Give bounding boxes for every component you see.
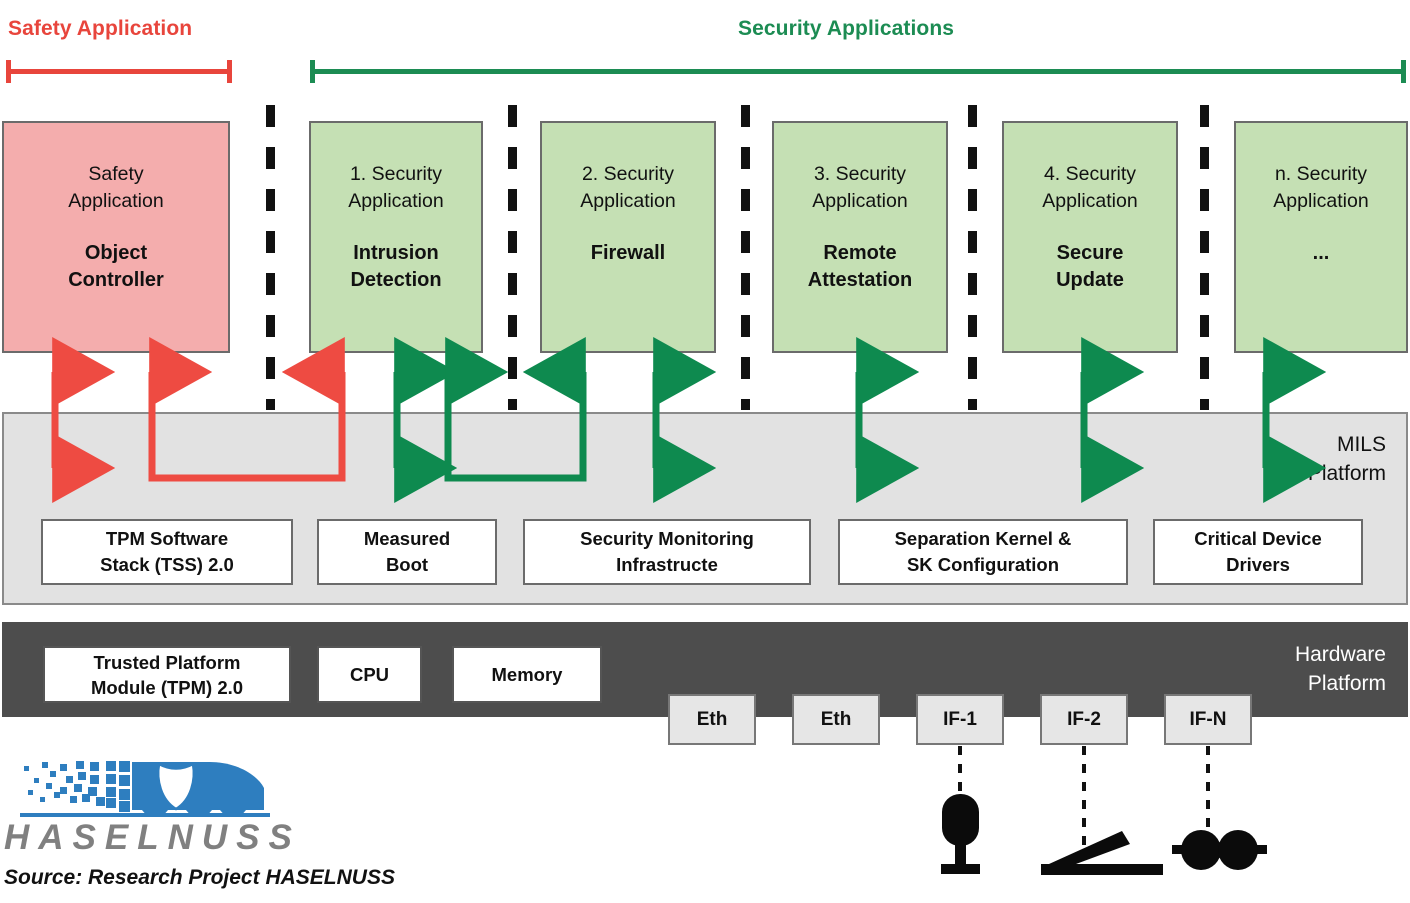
point-machine-icon xyxy=(1041,831,1163,875)
app-box-name: Object Controller xyxy=(68,242,164,291)
app-box-name: Intrusion Detection xyxy=(350,242,442,291)
app-box-firewall[interactable]: 2. Security Application Firewall xyxy=(540,121,716,353)
app-box-n-security-application[interactable]: n. Security Application ... xyxy=(1234,121,1408,353)
span-cap-right xyxy=(227,60,232,83)
interface-box-eth-1[interactable]: Eth xyxy=(668,694,756,745)
security-group-span-bar xyxy=(310,60,1406,83)
hw-component-tpm[interactable]: Trusted Platform Module (TPM) 2.0 xyxy=(43,646,291,703)
partition-separator xyxy=(266,105,275,410)
partition-separator xyxy=(508,105,517,410)
architecture-diagram: Safety Application Security Applications… xyxy=(0,0,1410,903)
partition-separator xyxy=(968,105,977,410)
security-group-title: Security Applications xyxy=(738,17,955,40)
mils-component-measured-boot[interactable]: Measured Boot xyxy=(317,519,497,585)
safety-group-title: Safety Application xyxy=(8,17,193,40)
mils-component-critical-device-drivers[interactable]: Critical Device Drivers xyxy=(1153,519,1363,585)
app-box-object-controller[interactable]: Safety Application Object Controller xyxy=(2,121,230,353)
app-box-kind: 4. Security Application xyxy=(1042,163,1138,212)
mils-component-separation-kernel[interactable]: Separation Kernel & SK Configuration xyxy=(838,519,1128,585)
span-cap-right xyxy=(1401,60,1406,83)
span-cap-left xyxy=(310,60,315,83)
app-box-remote-attestation[interactable]: 3. Security Application Remote Attestati… xyxy=(772,121,948,353)
safety-group-span-bar xyxy=(6,60,232,83)
haselnuss-wordmark: HASELNUSS xyxy=(4,818,301,857)
app-box-kind: Safety Application xyxy=(68,163,164,212)
app-box-kind: 3. Security Application xyxy=(812,163,908,212)
railway-signal-icon xyxy=(941,794,980,874)
app-box-intrusion-detection[interactable]: 1. Security Application Intrusion Detect… xyxy=(309,121,483,353)
hw-component-memory[interactable]: Memory xyxy=(452,646,602,703)
axle-counter-icon xyxy=(1172,830,1267,870)
field-devices-layer xyxy=(941,794,1267,875)
app-box-kind: 1. Security Application xyxy=(348,163,444,212)
app-box-name: Remote Attestation xyxy=(807,242,913,291)
haselnuss-logo-icon xyxy=(20,761,270,817)
mils-component-tpm-software-stack[interactable]: TPM Software Stack (TSS) 2.0 xyxy=(41,519,293,585)
interface-box-if-n[interactable]: IF-N xyxy=(1164,694,1252,745)
interface-box-if-1[interactable]: IF-1 xyxy=(916,694,1004,745)
app-box-secure-update[interactable]: 4. Security Application Secure Update xyxy=(1002,121,1178,353)
interface-box-eth-2[interactable]: Eth xyxy=(792,694,880,745)
app-box-kind: 2. Security Application xyxy=(580,163,676,212)
app-box-name: Secure Update xyxy=(1056,242,1124,291)
mils-component-security-monitoring[interactable]: Security Monitoring Infrastructe xyxy=(523,519,811,585)
app-box-kind: n. Security Application xyxy=(1273,163,1369,212)
hw-component-cpu[interactable]: CPU xyxy=(317,646,422,703)
app-box-name: ... xyxy=(1312,242,1330,264)
hardware-platform-label: Hardware Platform xyxy=(1294,643,1386,695)
source-caption: Source: Research Project HASELNUSS xyxy=(4,866,395,889)
mils-platform-label: MILS Platform xyxy=(1307,433,1386,485)
app-box-name: Firewall xyxy=(590,242,666,264)
span-cap-left xyxy=(6,60,11,83)
partition-separator xyxy=(1200,105,1209,410)
partition-separator xyxy=(741,105,750,410)
interface-box-if-2[interactable]: IF-2 xyxy=(1040,694,1128,745)
